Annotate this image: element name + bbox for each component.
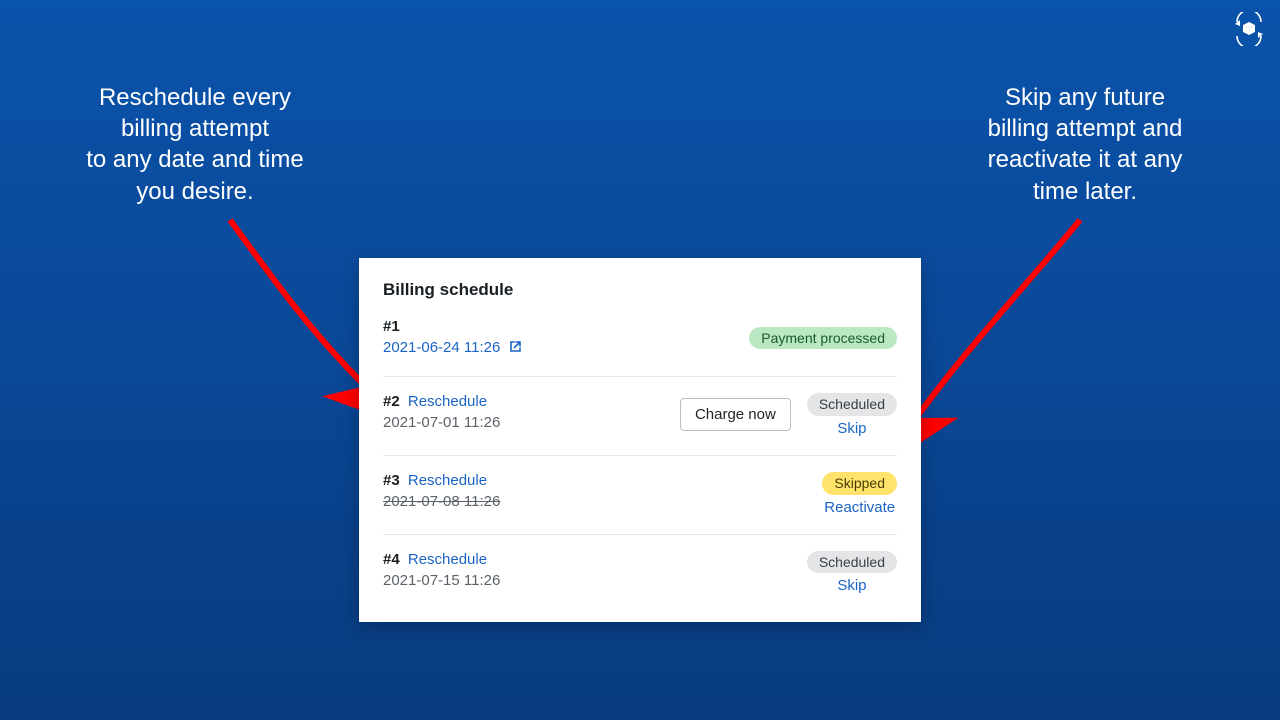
billing-row: #3 Reschedule 2021-07-08 11:26 Skipped R… bbox=[383, 455, 897, 534]
status-badge-scheduled: Scheduled bbox=[807, 551, 897, 574]
billing-schedule-card: Billing schedule #1 2021-06-24 11:26 Pay… bbox=[359, 258, 921, 622]
billing-date-link[interactable]: 2021-06-24 11:26 bbox=[383, 339, 500, 356]
billing-date: 2021-07-15 11:26 bbox=[383, 572, 583, 589]
reschedule-link[interactable]: Reschedule bbox=[408, 393, 487, 410]
billing-id: #2 bbox=[383, 393, 400, 410]
billing-date: 2021-07-08 11:26 bbox=[383, 493, 583, 510]
billing-id: #4 bbox=[383, 551, 400, 568]
caption-right: Skip any future billing attempt and reac… bbox=[950, 82, 1220, 207]
charge-now-button[interactable]: Charge now bbox=[680, 398, 791, 431]
skip-link[interactable]: Skip bbox=[837, 577, 866, 594]
caption-left: Reschedule every billing attempt to any … bbox=[60, 82, 330, 207]
reschedule-link[interactable]: Reschedule bbox=[408, 551, 487, 568]
reactivate-link[interactable]: Reactivate bbox=[824, 499, 895, 516]
billing-row: #4 Reschedule 2021-07-15 11:26 Scheduled… bbox=[383, 534, 897, 613]
reschedule-link[interactable]: Reschedule bbox=[408, 472, 487, 489]
status-badge-skipped: Skipped bbox=[822, 472, 897, 495]
refresh-box-icon bbox=[1232, 12, 1266, 46]
billing-row: #1 2021-06-24 11:26 Payment processed bbox=[383, 318, 897, 376]
billing-id: #3 bbox=[383, 472, 400, 489]
billing-date: 2021-07-01 11:26 bbox=[383, 414, 583, 431]
external-link-icon bbox=[509, 340, 522, 357]
status-badge-processed: Payment processed bbox=[749, 327, 897, 350]
billing-id: #1 bbox=[383, 318, 583, 335]
card-title: Billing schedule bbox=[383, 280, 897, 300]
billing-row: #2 Reschedule 2021-07-01 11:26 Charge no… bbox=[383, 376, 897, 455]
status-badge-scheduled: Scheduled bbox=[807, 393, 897, 416]
skip-link[interactable]: Skip bbox=[837, 420, 866, 437]
